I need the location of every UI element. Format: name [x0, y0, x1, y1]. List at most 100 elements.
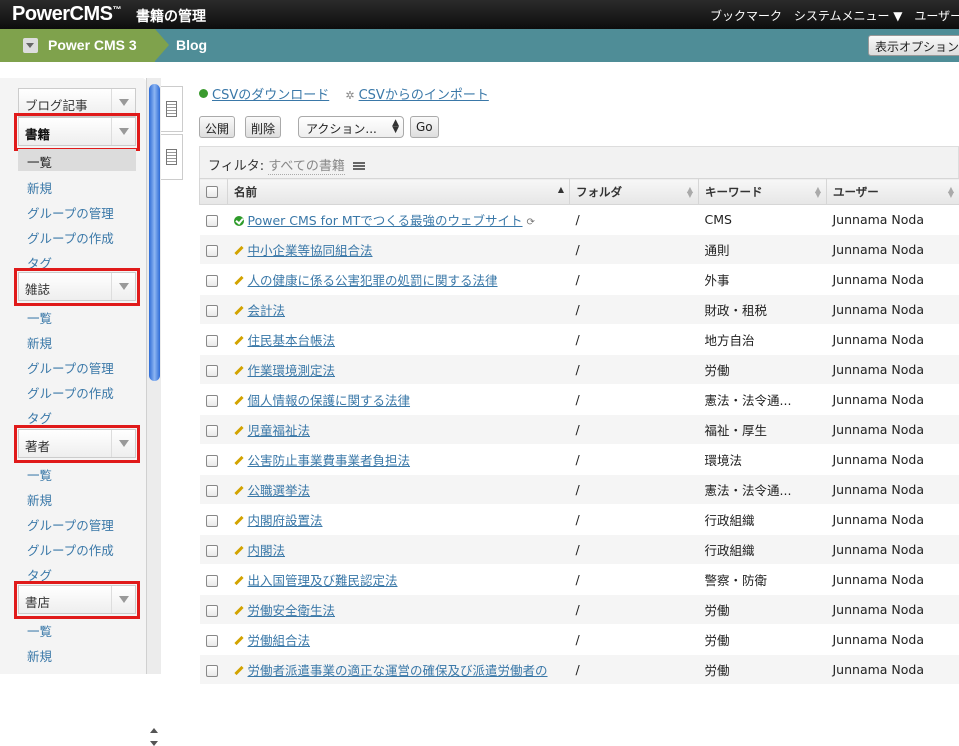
row-checkbox[interactable]: [206, 635, 218, 647]
entry-link[interactable]: Power CMS for MTでつくる最強のウェブサイト: [248, 213, 523, 228]
system-menu[interactable]: システムメニュー ▼: [794, 9, 903, 23]
chevron-down-icon[interactable]: [111, 118, 135, 145]
row-checkbox[interactable]: [206, 485, 218, 497]
row-checkbox[interactable]: [206, 305, 218, 317]
sort-icon[interactable]: ▲▼: [815, 187, 821, 197]
entry-link[interactable]: 労働組合法: [248, 633, 311, 648]
csv-download-link[interactable]: CSVのダウンロード: [212, 88, 329, 103]
sidebar-group-select[interactable]: 書籍: [18, 117, 136, 146]
row-checkbox[interactable]: [206, 275, 218, 287]
sort-icon[interactable]: ▲▼: [948, 187, 954, 197]
sidebar-item[interactable]: 一覧: [18, 149, 136, 171]
scroll-up-icon[interactable]: [150, 728, 158, 733]
entry-link[interactable]: 公害防止事業費事業者負担法: [248, 453, 411, 468]
folder-cell: /: [570, 475, 699, 505]
chevron-down-icon[interactable]: [111, 430, 135, 457]
side-tab-list[interactable]: [161, 86, 183, 132]
filter-value[interactable]: すべての書籍: [268, 159, 345, 175]
entry-link[interactable]: 個人情報の保護に関する法律: [248, 393, 411, 408]
entry-link[interactable]: 中小企業等協同組合法: [248, 243, 373, 258]
sidebar-item[interactable]: 新規: [27, 333, 52, 352]
filter-menu-icon[interactable]: [353, 162, 365, 170]
pencil-icon: [234, 426, 243, 435]
row-checkbox[interactable]: [206, 545, 218, 557]
table-row: 個人情報の保護に関する法律/憲法・法令通...Junnama Noda: [200, 385, 959, 415]
sidebar-item[interactable]: 新規: [27, 178, 52, 197]
sidebar-item[interactable]: グループの作成: [27, 228, 114, 247]
entry-link[interactable]: 児童福祉法: [248, 423, 311, 438]
sidebar-group-select[interactable]: 著者: [18, 429, 136, 458]
sidebar-item[interactable]: 一覧: [27, 308, 52, 327]
user-menu[interactable]: ユーザー: [914, 9, 959, 23]
row-checkbox[interactable]: [206, 395, 218, 407]
table-row: 児童福祉法/福祉・厚生Junnama Noda: [200, 415, 959, 445]
row-checkbox[interactable]: [206, 365, 218, 377]
sidebar-item[interactable]: 一覧: [27, 621, 52, 640]
column-header-keyword[interactable]: キーワード▲▼: [699, 179, 827, 205]
row-checkbox[interactable]: [206, 455, 218, 467]
powercms-logo[interactable]: PowerCMS™: [12, 3, 121, 26]
table-row: 内閣府設置法/行政組織Junnama Noda: [200, 505, 959, 535]
sidebar-item[interactable]: グループの管理: [27, 203, 114, 222]
scroll-down-icon[interactable]: [150, 741, 158, 746]
row-checkbox[interactable]: [206, 665, 218, 677]
entry-link[interactable]: 出入国管理及び難民認定法: [248, 573, 398, 588]
entry-link[interactable]: 労働者派遣事業の適正な運営の確保及び派遣労働者の: [248, 663, 548, 678]
sidebar-item[interactable]: グループの管理: [27, 358, 114, 377]
folder-cell: /: [570, 505, 699, 535]
sidebar-item[interactable]: グループの作成: [27, 540, 114, 559]
chevron-down-icon[interactable]: [111, 273, 135, 300]
chevron-down-icon[interactable]: [111, 89, 135, 116]
breadcrumb-blog[interactable]: Blog: [176, 37, 207, 53]
user-cell: Junnama Noda: [827, 445, 959, 475]
entry-link[interactable]: 住民基本台帳法: [248, 333, 336, 348]
chevron-down-icon[interactable]: [111, 586, 135, 613]
keyword-cell: 憲法・法令通...: [699, 385, 827, 415]
sidebar-scrollbar[interactable]: [146, 78, 161, 674]
row-checkbox[interactable]: [206, 425, 218, 437]
row-checkbox[interactable]: [206, 215, 218, 227]
row-checkbox[interactable]: [206, 245, 218, 257]
breadcrumb-site[interactable]: Power CMS 3: [0, 29, 155, 62]
sort-icon[interactable]: ▲▼: [687, 187, 693, 197]
row-checkbox[interactable]: [206, 575, 218, 587]
sidebar-item[interactable]: 新規: [27, 646, 52, 665]
entry-link[interactable]: 内閣法: [248, 543, 286, 558]
csv-import-link[interactable]: CSVからのインポート: [359, 88, 489, 103]
name-cell: 個人情報の保護に関する法律: [228, 385, 570, 415]
sidebar-item[interactable]: 一覧: [27, 465, 52, 484]
action-select[interactable]: アクション...▲▼: [298, 116, 404, 138]
entry-link[interactable]: 労働安全衛生法: [248, 603, 336, 618]
row-checkbox[interactable]: [206, 335, 218, 347]
display-options-button[interactable]: 表示オプション: [868, 35, 959, 56]
column-header-name[interactable]: 名前▲: [228, 179, 570, 205]
sidebar-item[interactable]: グループの管理: [27, 515, 114, 534]
sidebar-item[interactable]: 新規: [27, 490, 52, 509]
entry-link[interactable]: 作業環境測定法: [248, 363, 336, 378]
pencil-icon: [234, 396, 243, 405]
user-cell: Junnama Noda: [827, 415, 959, 445]
column-header-folder[interactable]: フォルダ▲▼: [570, 179, 699, 205]
sort-asc-icon[interactable]: ▲: [558, 187, 564, 192]
row-checkbox[interactable]: [206, 515, 218, 527]
entry-link[interactable]: 会計法: [248, 303, 286, 318]
entry-link[interactable]: 人の健康に係る公害犯罪の処罰に関する法律: [248, 273, 498, 288]
sidebar-item[interactable]: グループの作成: [27, 383, 114, 402]
folder-cell: /: [570, 415, 699, 445]
delete-button[interactable]: 削除: [245, 116, 281, 138]
table-row: 作業環境測定法/労働Junnama Noda: [200, 355, 959, 385]
view-icon[interactable]: ⟳: [527, 217, 535, 228]
publish-button[interactable]: 公開: [199, 116, 235, 138]
select-all-checkbox[interactable]: [206, 186, 218, 198]
sidebar-group-select[interactable]: 雑誌: [18, 272, 136, 301]
scrollbar-thumb[interactable]: [149, 84, 160, 381]
dropdown-icon[interactable]: [23, 38, 38, 53]
go-button[interactable]: Go: [410, 116, 439, 138]
sidebar-group-select[interactable]: 書店: [18, 585, 136, 614]
row-checkbox[interactable]: [206, 605, 218, 617]
entry-link[interactable]: 公職選挙法: [248, 483, 311, 498]
bookmark-menu[interactable]: ブックマーク: [710, 9, 782, 23]
column-header-user[interactable]: ユーザー▲▼: [827, 179, 959, 205]
side-tab-doc[interactable]: [161, 134, 183, 180]
entry-link[interactable]: 内閣府設置法: [248, 513, 323, 528]
